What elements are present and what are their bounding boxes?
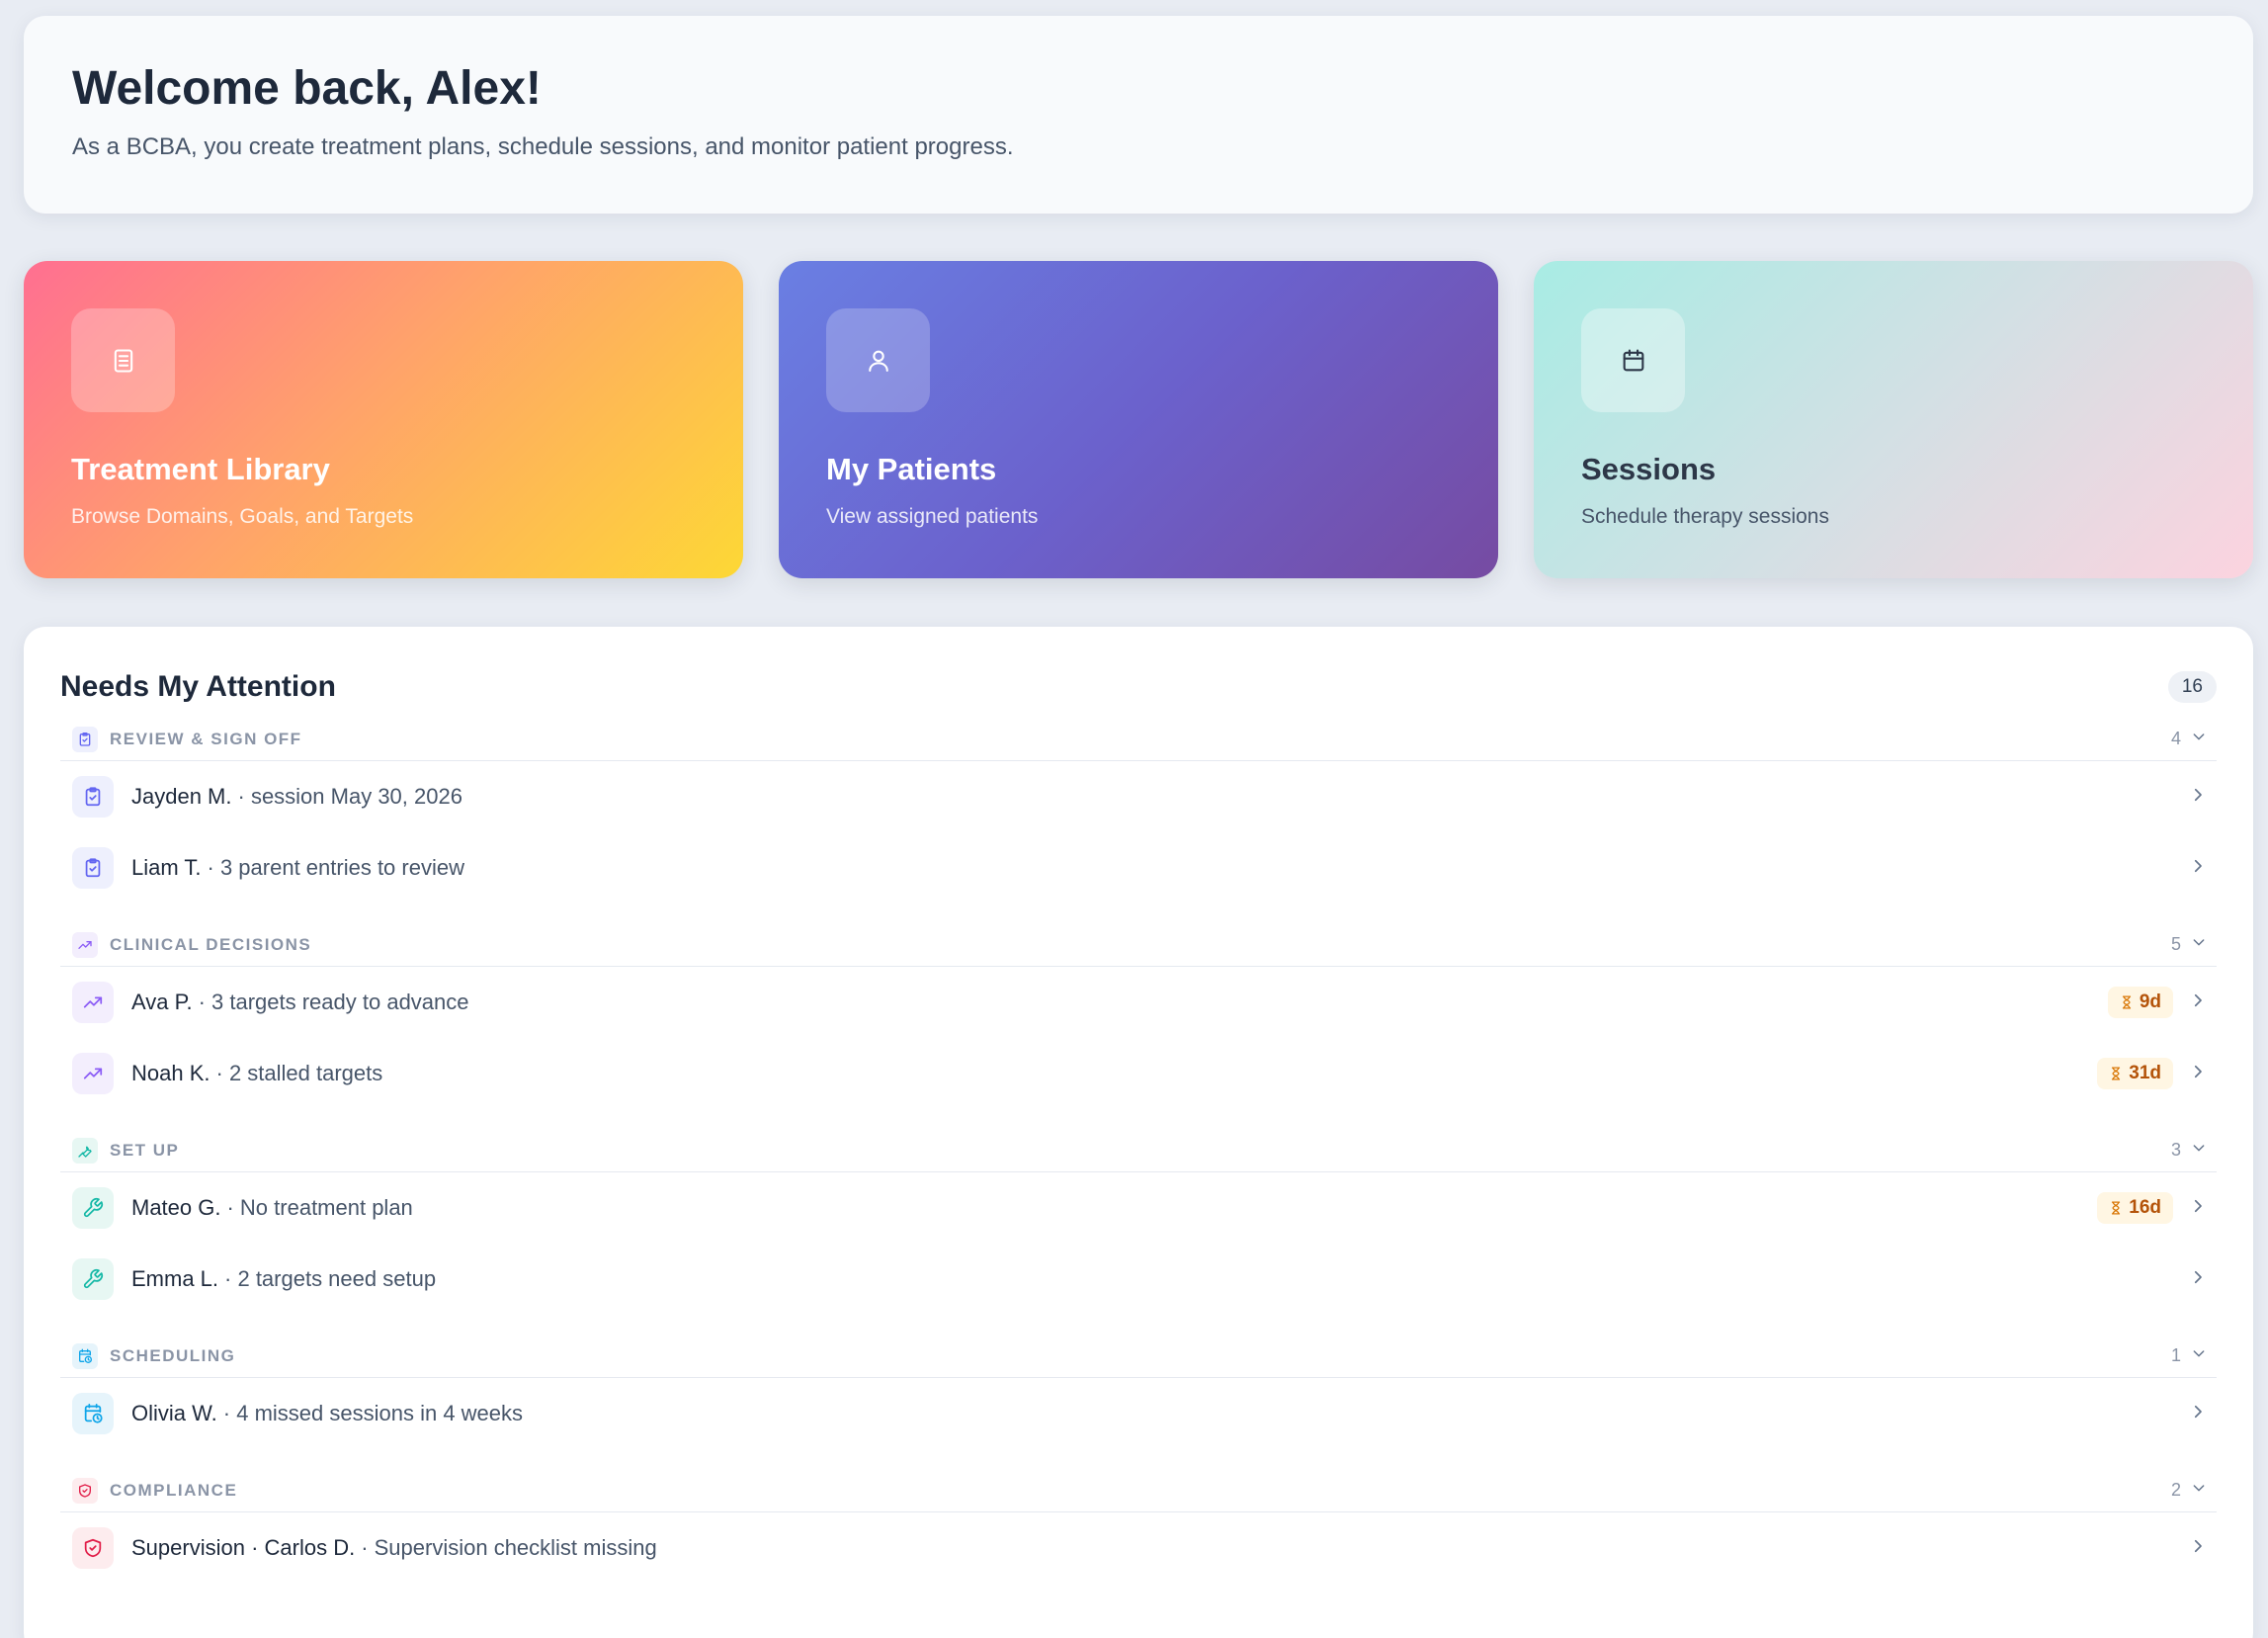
shield-check-icon (72, 1477, 98, 1504)
chevron-down-icon[interactable] (2191, 1345, 2207, 1366)
patient-name: Olivia W. (131, 1401, 217, 1425)
chevron-right-icon[interactable] (2189, 786, 2207, 809)
item-detail: · session May 30, 2026 (237, 784, 462, 809)
attention-header: Needs My Attention 16 (60, 662, 2217, 712)
hourglass-icon (2112, 1201, 2121, 1215)
section-compliance[interactable]: COMPLIANCE 2 (60, 1469, 2217, 1512)
hourglass-icon (2122, 995, 2131, 1009)
treatment-library-card[interactable]: Treatment Library Browse Domains, Goals,… (24, 261, 743, 578)
section-title: COMPLIANCE (110, 1480, 238, 1500)
calendar-clock-icon (72, 1393, 114, 1434)
section-title: REVIEW & SIGN OFF (110, 729, 302, 748)
patient-name: Jayden M. (131, 784, 232, 809)
patient-name: Emma L. (131, 1266, 219, 1291)
badge-value: 16d (2129, 1197, 2161, 1218)
wrench-icon (72, 1258, 114, 1300)
wrench-icon (72, 1137, 98, 1164)
list-item[interactable]: Olivia W. · 4 missed sessions in 4 weeks (60, 1378, 2217, 1449)
patient-name: Supervision · Carlos D. (131, 1535, 356, 1560)
card-subtitle: Browse Domains, Goals, and Targets (71, 505, 414, 528)
trending-up-icon (72, 982, 114, 1023)
hourglass-icon (2112, 1067, 2121, 1080)
chevron-right-icon[interactable] (2189, 857, 2207, 880)
list-item[interactable]: Mateo G. · No treatment plan 16d (60, 1172, 2217, 1244)
card-subtitle: Schedule therapy sessions (1581, 505, 1829, 528)
section-review-sign-off[interactable]: REVIEW & SIGN OFF 4 (60, 718, 2217, 761)
list-item[interactable]: Noah K. · 2 stalled targets 31d (60, 1038, 2217, 1109)
age-badge: 16d (2097, 1192, 2173, 1224)
section-title: CLINICAL DECISIONS (110, 934, 312, 954)
item-detail: · No treatment plan (226, 1195, 413, 1220)
section-title: SET UP (110, 1140, 180, 1160)
chevron-down-icon[interactable] (2191, 934, 2207, 955)
list-item[interactable]: Jayden M. · session May 30, 2026 (60, 761, 2217, 832)
trending-up-icon (72, 931, 98, 958)
calendar-icon (1581, 308, 1685, 412)
item-detail: · Supervision checklist missing (361, 1535, 657, 1560)
section-count: 2 (2170, 1480, 2181, 1500)
list-item[interactable]: Emma L. · 2 targets need setup (60, 1244, 2217, 1315)
calendar-clock-icon (72, 1342, 98, 1369)
item-detail: · 2 targets need setup (224, 1266, 437, 1291)
attention-title: Needs My Attention (60, 670, 336, 703)
card-subtitle: View assigned patients (826, 505, 1039, 528)
section-clinical-decisions[interactable]: CLINICAL DECISIONS 5 (60, 923, 2217, 967)
age-badge: 31d (2097, 1058, 2173, 1089)
needs-attention-panel: Needs My Attention 16 REVIEW & SIGN OFF … (24, 627, 2253, 1638)
sessions-card[interactable]: Sessions Schedule therapy sessions (1534, 261, 2253, 578)
chevron-right-icon[interactable] (2189, 1403, 2207, 1425)
section-set-up[interactable]: SET UP 3 (60, 1129, 2217, 1172)
card-title: My Patients (826, 452, 997, 486)
item-detail: · 3 targets ready to advance (198, 990, 469, 1014)
patient-name: Liam T. (131, 855, 202, 880)
user-icon (826, 308, 930, 412)
chevron-right-icon[interactable] (2189, 991, 2207, 1014)
shield-check-icon (72, 1527, 114, 1569)
welcome-subtitle: As a BCBA, you create treatment plans, s… (72, 132, 1014, 160)
chevron-down-icon[interactable] (2191, 729, 2207, 749)
chevron-right-icon[interactable] (2189, 1063, 2207, 1085)
section-count: 1 (2170, 1345, 2181, 1365)
badge-value: 9d (2139, 991, 2161, 1012)
wrench-icon (72, 1187, 114, 1229)
card-title: Treatment Library (71, 452, 330, 486)
chevron-down-icon[interactable] (2191, 1480, 2207, 1501)
patient-name: Mateo G. (131, 1195, 221, 1220)
welcome-title: Welcome back, Alex! (72, 62, 542, 115)
chevron-down-icon[interactable] (2191, 1140, 2207, 1161)
patient-name: Ava P. (131, 990, 193, 1014)
section-count: 3 (2170, 1140, 2181, 1160)
section-scheduling[interactable]: SCHEDULING 1 (60, 1335, 2217, 1378)
list-item[interactable]: Supervision · Carlos D. · Supervision ch… (60, 1512, 2217, 1584)
trending-up-icon (72, 1053, 114, 1094)
clipboard-check-icon (72, 726, 98, 752)
chevron-right-icon[interactable] (2189, 1268, 2207, 1291)
item-detail: · 2 stalled targets (215, 1061, 383, 1085)
section-count: 5 (2170, 934, 2181, 954)
section-title: SCHEDULING (110, 1345, 236, 1365)
chevron-right-icon[interactable] (2189, 1537, 2207, 1560)
list-item[interactable]: Liam T. · 3 parent entries to review (60, 832, 2217, 904)
chevron-right-icon[interactable] (2189, 1197, 2207, 1220)
clipboard-check-icon (72, 847, 114, 889)
section-count: 4 (2170, 729, 2181, 748)
document-icon (71, 308, 175, 412)
list-item[interactable]: Ava P. · 3 targets ready to advance 9d (60, 967, 2217, 1038)
item-detail: · 3 parent entries to review (207, 855, 464, 880)
card-title: Sessions (1581, 452, 1717, 486)
my-patients-card[interactable]: My Patients View assigned patients (779, 261, 1498, 578)
clipboard-check-icon (72, 776, 114, 818)
welcome-panel: Welcome back, Alex! As a BCBA, you creat… (24, 16, 2253, 214)
attention-total-badge: 16 (2167, 671, 2217, 703)
age-badge: 9d (2107, 987, 2173, 1018)
item-detail: · 4 missed sessions in 4 weeks (222, 1401, 524, 1425)
badge-value: 31d (2129, 1063, 2161, 1083)
patient-name: Noah K. (131, 1061, 210, 1085)
